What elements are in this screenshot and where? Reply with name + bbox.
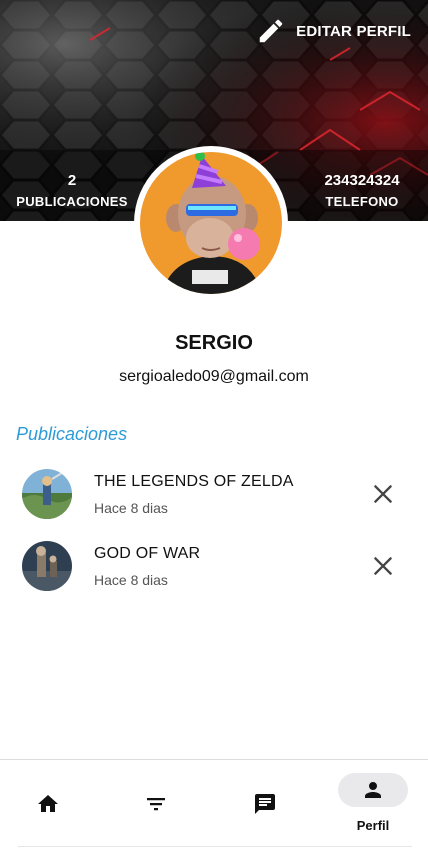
zelda-thumbnail: [22, 469, 72, 519]
phone-label: TELEFONO: [325, 194, 399, 209]
post-title: GOD OF WAR: [94, 545, 201, 562]
edit-profile-button[interactable]: EDITAR PERFIL: [256, 16, 411, 46]
publications-count: 2: [67, 172, 77, 189]
filter-icon[interactable]: [144, 792, 168, 816]
home-icon[interactable]: [36, 792, 60, 816]
post-time: Hace 8 dias: [94, 572, 168, 588]
edit-profile-label: EDITAR PERFIL: [296, 22, 411, 40]
close-icon[interactable]: [370, 553, 396, 579]
publications-list: THE LEGENDS OF ZELDA Hace 8 dias GOD OF …: [0, 462, 428, 606]
profile-email: sergioaledo09@gmail.com: [119, 368, 309, 385]
profile-tab[interactable]: [338, 773, 408, 807]
person-icon: [365, 782, 381, 798]
phone-value: 234324324: [324, 172, 400, 189]
publications-stat: 2 PUBLICACIONES: [14, 172, 130, 209]
close-icon[interactable]: [370, 481, 396, 507]
chat-icon[interactable]: [253, 792, 277, 816]
publications-label: PUBLICACIONES: [16, 194, 128, 209]
list-item[interactable]: THE LEGENDS OF ZELDA Hace 8 dias: [0, 462, 428, 534]
publications-section-title: Publicaciones: [16, 424, 128, 444]
post-title: THE LEGENDS OF ZELDA: [94, 473, 294, 490]
post-time: Hace 8 dias: [94, 500, 168, 516]
home-indicator-line: [18, 846, 412, 847]
avatar[interactable]: [134, 146, 288, 300]
profile-name: SERGIO: [175, 332, 253, 354]
phone-stat: 234324324 TELEFONO: [312, 172, 412, 209]
profile-tab-label[interactable]: Perfil: [338, 818, 408, 833]
list-item[interactable]: GOD OF WAR Hace 8 dias: [0, 534, 428, 606]
pencil-icon: [259, 19, 283, 43]
bottom-navigation: Perfil: [0, 759, 428, 853]
ape-avatar-image: [140, 152, 282, 294]
god-of-war-thumbnail: [22, 541, 72, 591]
